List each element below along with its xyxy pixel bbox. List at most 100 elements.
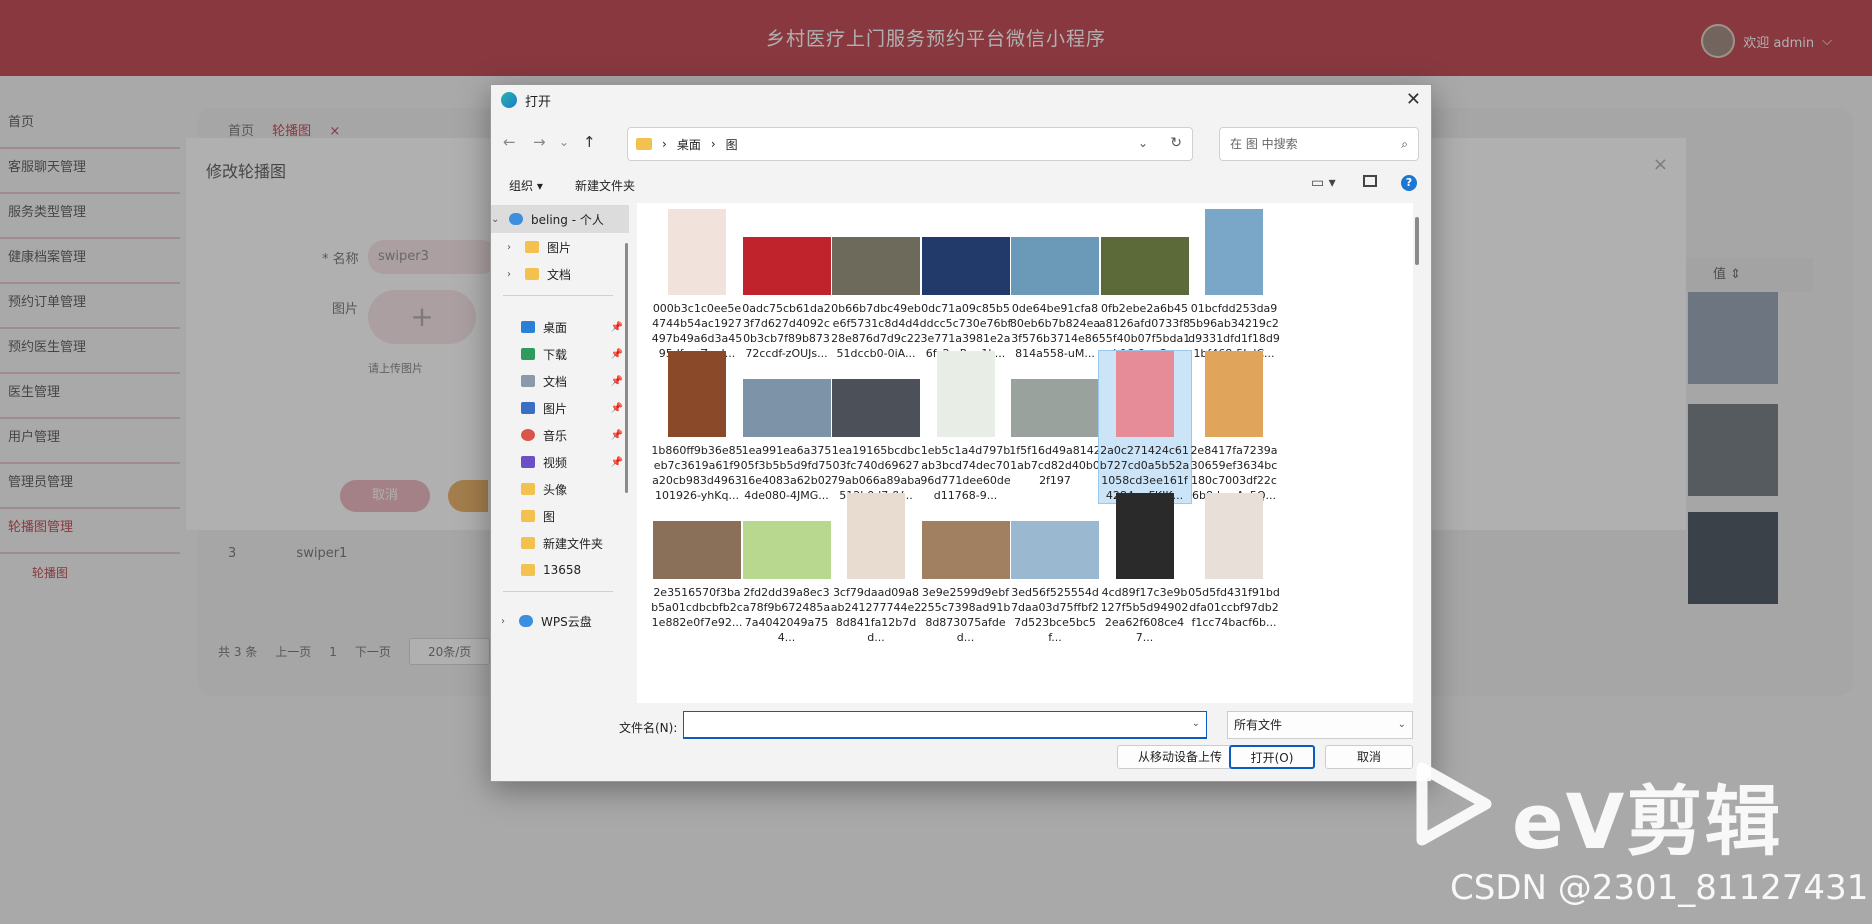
nav-item-new-folder[interactable]: 新建文件夹 — [491, 529, 629, 557]
picture-icon — [521, 402, 535, 414]
chevron-down-icon[interactable]: ⌄ — [1138, 136, 1148, 150]
chevron-down-icon: ⌄ — [1397, 719, 1406, 730]
back-arrow-icon[interactable]: ← — [503, 133, 516, 151]
file-thumbnail — [742, 521, 831, 579]
file-item[interactable]: 000b3c1c0ee5e4744b54ac1927497b49a6d3a459… — [651, 209, 743, 361]
filetype-value: 所有文件 — [1234, 718, 1283, 732]
search-icon: ⌕ — [1401, 137, 1408, 151]
nav-item-desktop[interactable]: 桌面 📌 — [491, 313, 629, 341]
file-thumbnail — [936, 351, 995, 437]
download-icon — [521, 348, 535, 360]
watermark-csdn: CSDN @2301_81127431 — [1450, 868, 1869, 908]
mobile-upload-button[interactable]: 从移动设备上传 — [1117, 745, 1243, 769]
chevron-down-icon[interactable]: ⌄ — [1192, 718, 1200, 729]
file-item[interactable]: 1b860ff9b36e85eb7c3619a61f9a20cb983d4963… — [651, 351, 743, 503]
file-item[interactable]: 01bcfdd253da95b96ab34219c2d9331dfd1f18d9… — [1188, 209, 1280, 361]
organize-button[interactable]: 组织 ▾ — [509, 177, 543, 194]
folder-icon — [521, 537, 535, 549]
dialog-title: 打开 — [525, 94, 552, 110]
nav-label: 文档 — [547, 267, 572, 282]
address-bar[interactable]: › 桌面 › 图 ⌄ ↻ — [627, 127, 1193, 161]
video-icon — [521, 456, 535, 468]
nav-item-pictures[interactable]: › 图片 — [491, 233, 629, 261]
file-name: 3ed56f525554d7daa03d75ffbf27d523bce5bc5f… — [1011, 586, 1099, 644]
file-name: 3e9e2599d9ebf255c7398ad91b8d873075afded.… — [920, 586, 1011, 644]
file-item[interactable]: 3e9e2599d9ebf255c7398ad91b8d873075afded.… — [920, 493, 1012, 645]
file-item[interactable]: 4cd89f17c3e9b127f5b5d949022ea62f608ce47.… — [1099, 493, 1191, 645]
file-item[interactable]: 2fd2dd39a8ec3a78f9b672485a7a4042049a754.… — [741, 493, 833, 645]
admin-app: 乡村医疗上门服务预约平台微信小程序 欢迎 admin ⌵ 首页 客服聊天管理 服… — [0, 0, 1872, 924]
nav-item-documents[interactable]: › 文档 — [491, 260, 629, 288]
filetype-select[interactable]: 所有文件 ⌄ — [1227, 711, 1413, 739]
file-name: 05d5fd431f91bddfa01ccbf97db2f1cc74bacf6b… — [1188, 586, 1280, 629]
nav-item-avatar-folder[interactable]: 头像 — [491, 475, 629, 503]
dialog-footer: 文件名(N): ⌄ 所有文件 ⌄ 从移动设备上传 打开(O) 取消 — [491, 705, 1431, 781]
file-item[interactable]: 2e8417fa7239a30659ef3634bc180c7003df22c6… — [1188, 351, 1280, 503]
file-list: 000b3c1c0ee5e4744b54ac1927497b49a6d3a459… — [637, 203, 1413, 703]
file-thumbnail — [1205, 493, 1263, 579]
nav-item-documents-pinned[interactable]: 文档 📌 — [491, 367, 629, 395]
new-folder-button[interactable]: 新建文件夹 — [575, 177, 635, 194]
up-arrow-icon[interactable]: ↑ — [583, 133, 596, 151]
pin-icon: 📌 — [610, 402, 623, 414]
file-open-dialog: 打开 ✕ ← → ⌄ ↑ › 桌面 › 图 ⌄ ↻ 在 图 中搜索 ⌕ 组织 ▾ — [490, 84, 1432, 782]
file-thumbnail — [668, 209, 726, 295]
file-thumbnail — [832, 237, 920, 295]
file-thumbnail — [1115, 351, 1174, 437]
help-icon[interactable]: ? — [1401, 175, 1417, 191]
search-input[interactable]: 在 图 中搜索 ⌕ — [1219, 127, 1419, 161]
path-separator: › — [662, 137, 667, 151]
dialog-close-icon[interactable]: ✕ — [1406, 89, 1421, 110]
dialog-toolbar: 组织 ▾ 新建文件夹 ▭ ▾ ? — [491, 171, 1431, 201]
navigation-pane: ⌄ beling - 个人 › 图片 › 文档 桌面 📌 下载 📌 文档 📌 图片 📌 音乐 📌… — [491, 203, 629, 703]
file-item[interactable]: 1f5f16d49a81421ab7cd82d40b02f197 — [1009, 351, 1101, 503]
nav-item-onedrive[interactable]: ⌄ beling - 个人 — [491, 205, 629, 233]
cloud-icon — [519, 615, 533, 627]
nav-item-tu-folder[interactable]: 图 — [491, 502, 629, 530]
browser-icon — [501, 92, 517, 108]
open-button[interactable]: 打开(O) — [1229, 745, 1315, 769]
nav-scrollbar[interactable] — [625, 243, 628, 493]
view-mode-icon[interactable]: ▭ ▾ — [1311, 175, 1336, 191]
file-item[interactable]: 0fb2ebe2a6b45a8126afd0733f855f40b07f5bda… — [1099, 209, 1191, 361]
file-item[interactable]: 2e3516570f3bab5a01cdbcbfb2c1e882e0f7e92.… — [651, 493, 743, 645]
file-item[interactable]: 3ed56f525554d7daa03d75ffbf27d523bce5bc5f… — [1009, 493, 1101, 645]
folder-icon — [521, 483, 535, 495]
cancel-button[interactable]: 取消 — [1325, 745, 1413, 769]
file-item[interactable]: 0b66b7dbc49ebe6f5731c8d4d428e876d7d9c225… — [830, 209, 922, 361]
nav-item-pictures-pinned[interactable]: 图片 📌 — [491, 394, 629, 422]
file-item[interactable]: 2a0c271424c61b727cd0a5b52a1058cd3ee161f4… — [1097, 350, 1192, 504]
file-thumbnail — [921, 237, 1010, 295]
nav-item-music[interactable]: 音乐 📌 — [491, 421, 629, 449]
file-item[interactable]: 05d5fd431f91bddfa01ccbf97db2f1cc74bacf6b… — [1188, 493, 1280, 645]
file-item[interactable]: 1eb5c1a4d797bab3bcd74dec7096d771dee60ded… — [920, 351, 1012, 503]
file-thumbnail — [1011, 237, 1099, 295]
recent-locations-icon[interactable]: ⌄ — [559, 135, 569, 149]
file-item[interactable]: 1ea19165bcdbc03fc740d6962779ab066a89aba5… — [830, 351, 922, 503]
file-thumbnail — [1205, 209, 1263, 295]
file-list-scrollbar[interactable] — [1415, 217, 1419, 265]
music-icon — [521, 429, 535, 441]
filename-input[interactable]: ⌄ — [683, 711, 1207, 739]
forward-arrow-icon[interactable]: → — [533, 133, 546, 151]
path-segment-folder[interactable]: 图 — [726, 136, 738, 153]
nav-item-downloads[interactable]: 下载 📌 — [491, 340, 629, 368]
file-thumbnail — [1011, 379, 1099, 437]
file-item[interactable]: 0de64be91cfa880eb6b7b824ea3f576b3714e868… — [1009, 209, 1101, 361]
nav-item-wps-cloud[interactable]: › WPS云盘 — [491, 607, 629, 635]
file-thumbnail — [1011, 521, 1099, 579]
file-item[interactable]: 0adc75cb61da23f7d627d4092c0b3cb7f89b8737… — [741, 209, 833, 361]
file-item[interactable]: 1ea991ea6a37505f3b5b5d9fd7516e4083a62b02… — [741, 351, 833, 503]
nav-item-13658[interactable]: 13658 — [491, 556, 629, 584]
refresh-icon[interactable]: ↻ — [1170, 135, 1182, 151]
pin-icon: 📌 — [610, 375, 623, 387]
nav-label: 音乐 — [543, 428, 568, 443]
file-item[interactable]: 3cf79daad09a8ab241277744e28d841fa12b7dd.… — [830, 493, 922, 645]
path-segment-desktop[interactable]: 桌面 — [677, 136, 701, 153]
nav-label: 图 — [543, 509, 556, 524]
file-thumbnail — [1115, 493, 1174, 579]
nav-item-videos[interactable]: 视频 📌 — [491, 448, 629, 476]
nav-label: 头像 — [543, 482, 568, 497]
file-item[interactable]: 0dc71a09c85b5ddcc5c730e76bf3e771a3981e2a… — [920, 209, 1012, 361]
preview-pane-icon[interactable] — [1363, 175, 1377, 187]
